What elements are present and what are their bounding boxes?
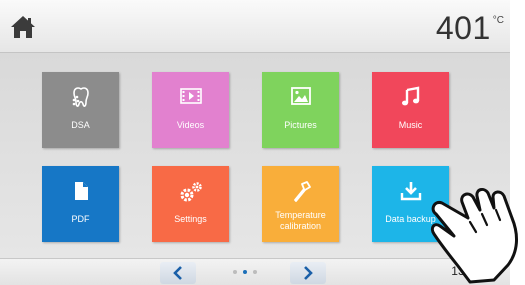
tile-label-line1: Temperature: [275, 210, 326, 220]
download-icon: [400, 182, 421, 201]
clock-time: 13:59:26: [451, 264, 498, 278]
tile-label: Temperature calibration: [264, 210, 337, 232]
film-icon: [179, 88, 202, 104]
tile-dsa[interactable]: DSA: [42, 72, 119, 148]
tile-label: Data backup: [385, 214, 436, 224]
picture-icon: [290, 87, 311, 105]
chevron-left-icon: [173, 266, 182, 280]
previous-page-button[interactable]: [160, 262, 196, 284]
header-bar: 401 °C: [0, 0, 510, 53]
home-button[interactable]: [10, 14, 36, 40]
tile-music[interactable]: Music: [372, 72, 449, 148]
tile-label-line2: calibration: [279, 221, 322, 231]
tile-label: Videos: [176, 120, 205, 130]
temperature-value: 401: [435, 10, 491, 46]
oven-touchscreen: 401 °C DSA Videos Pictures Music PDF Set…: [0, 0, 510, 285]
footer-bar: 13:59:26: [0, 258, 510, 285]
tile-label: PDF: [71, 214, 90, 224]
page-dot: [253, 270, 257, 274]
document-icon: [74, 182, 88, 200]
tile-pdf[interactable]: PDF: [42, 166, 119, 242]
chevron-right-icon: [304, 266, 313, 280]
tooth-dsa-icon: [72, 87, 89, 107]
music-note-icon: [401, 86, 419, 106]
tile-label: Settings: [174, 214, 207, 224]
page-dot-active: [243, 270, 247, 274]
tile-temperature-calibration[interactable]: Temperature calibration: [262, 166, 339, 242]
next-page-button[interactable]: [290, 262, 326, 284]
tile-label: Music: [398, 120, 423, 130]
temperature-display: 401 °C: [436, 10, 504, 46]
app-grid: DSA Videos Pictures Music PDF Settings T…: [0, 53, 510, 258]
tile-pictures[interactable]: Pictures: [262, 72, 339, 148]
page-dot: [233, 270, 237, 274]
tile-videos[interactable]: Videos: [152, 72, 229, 148]
page-indicator: [233, 270, 257, 274]
tile-label: Pictures: [284, 120, 317, 130]
temperature-unit: °C: [492, 15, 504, 26]
tile-label: DSA: [71, 120, 90, 130]
gears-icon: [180, 182, 202, 202]
tile-data-backup[interactable]: Data backup: [372, 166, 449, 242]
thermometer-icon: [293, 181, 311, 202]
tile-settings[interactable]: Settings: [152, 166, 229, 242]
home-icon: [11, 16, 35, 38]
